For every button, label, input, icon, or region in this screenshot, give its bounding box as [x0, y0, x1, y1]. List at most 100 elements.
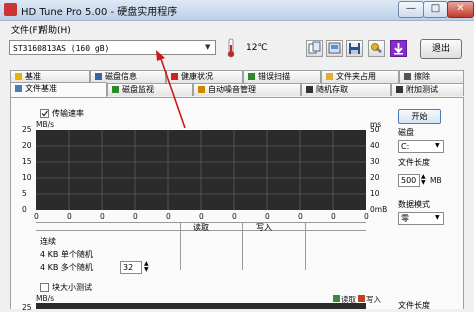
- results-column-divider: [180, 222, 181, 270]
- error-scan-icon: [248, 73, 255, 80]
- y-right-tick-label: 0mB: [370, 205, 388, 214]
- write-column-header: 写入: [256, 223, 272, 232]
- tab-label: 磁盘信息: [105, 72, 137, 81]
- x-tick-label: 0: [34, 212, 39, 221]
- erase-icon: [404, 73, 411, 80]
- block-size-chart: [36, 303, 366, 309]
- minimize-button[interactable]: —: [398, 1, 424, 18]
- temperature-readout: 12℃: [246, 43, 268, 53]
- x-tick-label: 0: [199, 212, 204, 221]
- tab-top-4[interactable]: 文件夹占用: [321, 70, 399, 83]
- results-column-divider: [242, 222, 243, 270]
- x-tick-label: 0: [67, 212, 72, 221]
- chevron-down-icon[interactable]: ▼: [205, 43, 210, 51]
- tab-bottom-3[interactable]: 随机存取: [301, 83, 391, 96]
- tab-label: 自动噪音管理: [208, 85, 256, 94]
- y-left-tick-label: 5: [22, 189, 27, 198]
- y-right-tick-label: 40: [370, 141, 380, 150]
- exit-button[interactable]: 退出: [420, 39, 462, 59]
- x-tick-label: 0: [331, 212, 336, 221]
- close-button[interactable]: ✕: [447, 1, 474, 18]
- x-tick-label: 0: [298, 212, 303, 221]
- tab-label: 附加测试: [406, 85, 438, 94]
- save-icon[interactable]: [346, 40, 363, 57]
- file-length-label: 文件长度: [398, 158, 430, 167]
- y-left-tick-label: 15: [22, 157, 32, 166]
- chevron-down-icon[interactable]: ▼: [435, 214, 440, 221]
- read-legend-label: 读取: [341, 295, 356, 304]
- block-size-label: 块大小测试: [52, 283, 92, 292]
- tab-bottom-0[interactable]: 文件基准: [10, 82, 107, 97]
- x-tick-label: 0: [100, 212, 105, 221]
- app-icon: [4, 3, 17, 16]
- menu-bar: [0, 21, 474, 35]
- y-right-tick-label: 10: [370, 189, 380, 198]
- copy-screenshot-icon[interactable]: [326, 40, 343, 57]
- tab-bottom-2[interactable]: 自动噪音管理: [193, 83, 301, 96]
- queue-depth-stepper[interactable]: ▲ ▼: [144, 261, 149, 273]
- y-left-tick-label: 20: [22, 141, 32, 150]
- speaker-icon: [198, 86, 205, 93]
- folder-icon: [326, 73, 333, 80]
- random-4k-single-label: 4 KB 单个随机: [40, 250, 93, 259]
- tab-label: 基准: [25, 72, 41, 81]
- data-mode-label: 数据模式: [398, 200, 430, 209]
- x-tick-label: 0: [133, 212, 138, 221]
- block-size-checkbox[interactable]: [40, 283, 49, 292]
- block-y-first-tick: 25: [22, 303, 32, 312]
- tab-top-5[interactable]: 擦除: [399, 70, 464, 83]
- transfer-rate-label: 传输速率: [52, 109, 84, 118]
- annotation-arrow-icon: [156, 50, 186, 129]
- menu-file[interactable]: 文件(F): [11, 23, 41, 36]
- x-tick-label: 0: [265, 212, 270, 221]
- maximize-button[interactable]: □: [423, 1, 448, 18]
- y-unit-left: MB/s: [36, 120, 55, 129]
- continuous-label: 连续: [40, 237, 56, 246]
- x-tick-label: 0: [166, 212, 171, 221]
- thermometer-icon: [227, 38, 235, 58]
- monitor-icon: [112, 86, 119, 93]
- copy-text-icon[interactable]: [306, 40, 323, 57]
- transfer-rate-chart: [36, 130, 366, 210]
- block-y-unit: MB/s: [36, 294, 55, 303]
- y-right-tick-label: 50: [370, 125, 380, 134]
- file-length-stepper[interactable]: ▲ ▼: [421, 174, 426, 186]
- info-icon: [15, 73, 22, 80]
- start-button[interactable]: 开始: [398, 109, 441, 124]
- queue-depth-input[interactable]: 32: [120, 261, 142, 274]
- tab-label: 错误扫描: [258, 72, 290, 81]
- write-legend-label: 写入: [366, 295, 381, 304]
- results-column-divider: [305, 222, 306, 270]
- disk-info-icon: [95, 73, 102, 80]
- download-update-icon[interactable]: [390, 40, 407, 57]
- random-4k-multi-label: 4 KB 多个随机: [40, 263, 93, 272]
- tab-label: 文件夹占用: [336, 72, 376, 81]
- y-left-tick-label: 0: [22, 205, 27, 214]
- chevron-down-icon[interactable]: ▼: [435, 142, 440, 149]
- read-column-header: 读取: [193, 223, 209, 232]
- tab-bottom-4[interactable]: 附加测试: [391, 83, 464, 96]
- tab-top-3[interactable]: 错误扫描: [243, 70, 321, 83]
- extra-tests-icon: [396, 86, 403, 93]
- transfer-rate-checkbox[interactable]: [40, 109, 49, 118]
- tab-label: 随机存取: [316, 85, 348, 94]
- x-tick-label: 0: [364, 212, 369, 221]
- y-left-tick-label: 25: [22, 125, 32, 134]
- block-file-length-label: 文件长度: [398, 301, 430, 310]
- random-access-icon: [306, 86, 313, 93]
- read-legend-swatch: [333, 295, 340, 302]
- file-length-unit: MB: [430, 176, 442, 185]
- menu-help[interactable]: 帮助(H): [39, 23, 71, 36]
- y-left-tick-label: 10: [22, 173, 32, 182]
- file-length-input[interactable]: 500: [398, 174, 420, 187]
- y-right-tick-label: 30: [370, 157, 380, 166]
- tab-label: 文件基准: [25, 84, 57, 93]
- y-right-tick-label: 20: [370, 173, 380, 182]
- disk-label: 磁盘: [398, 128, 414, 137]
- window-title: HD Tune Pro 5.00 - 硬盘实用程序: [21, 7, 178, 18]
- tab-label: 擦除: [414, 72, 430, 81]
- options-tools-icon[interactable]: [368, 40, 385, 57]
- x-tick-label: 0: [232, 212, 237, 221]
- file-bench-icon: [15, 85, 22, 92]
- write-legend-swatch: [358, 295, 365, 302]
